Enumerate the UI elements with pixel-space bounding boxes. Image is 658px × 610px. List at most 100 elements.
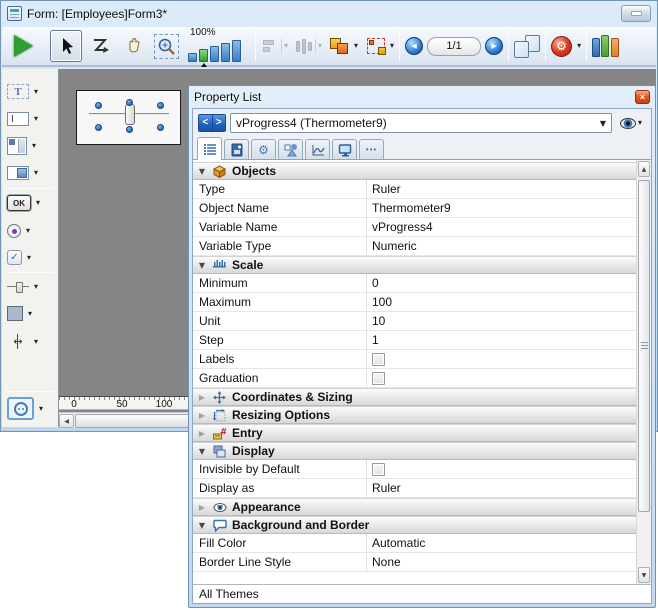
tool-list-box[interactable]: ▾ (7, 137, 36, 155)
zoom-bar-400-icon[interactable] (221, 43, 230, 62)
expanded-triangle-icon[interactable]: ▼ (197, 521, 207, 530)
tab-more[interactable]: ••• (359, 139, 384, 159)
appearance-eye-icon (212, 500, 227, 514)
ruler-object-thumb[interactable] (125, 104, 135, 125)
collapsed-triangle-icon[interactable]: ▶ (197, 429, 207, 438)
form-properties-button[interactable]: ⚙ ▾ (551, 36, 581, 57)
themes-footer[interactable]: All Themes (193, 584, 651, 603)
selection-handle[interactable] (126, 99, 133, 106)
property-row: Variable Name vProgress4 (193, 218, 636, 237)
zoom-level-widget[interactable]: 100% (188, 27, 250, 65)
group-dropdown-icon[interactable]: ▾ (390, 42, 394, 50)
zoom-bar-800-icon[interactable] (232, 40, 241, 62)
gear-icon: ⚙ (551, 36, 572, 57)
tool-button[interactable]: OK ▾ (7, 195, 40, 211)
dropdown-arrow-icon[interactable]: ▾ (32, 142, 36, 150)
next-page-button[interactable]: ▶ (485, 37, 503, 55)
dropdown-arrow-icon[interactable]: ▾ (27, 254, 31, 262)
previous-object-icon[interactable]: < (199, 115, 213, 131)
dropdown-arrow-icon[interactable]: ▾ (34, 283, 38, 291)
scroll-left-button[interactable]: ◀ (59, 414, 74, 428)
section-header-objects[interactable]: ▼ Objects (193, 162, 636, 180)
tool-input-field[interactable]: I ▾ (7, 112, 38, 126)
vertical-scrollbar-thumb[interactable] (638, 180, 650, 512)
selection-handle[interactable] (126, 126, 133, 133)
level-tool-button[interactable]: ▾ (330, 38, 358, 55)
section-header-display[interactable]: ▼ Display (193, 442, 636, 460)
coordinates-sizing-icon (212, 390, 227, 404)
selection-handle[interactable] (95, 124, 102, 131)
dropdown-arrow-icon[interactable]: ▾ (36, 199, 40, 207)
toolbar-separator (586, 31, 587, 61)
close-button[interactable]: × (635, 90, 650, 104)
tab-objects[interactable] (278, 139, 303, 159)
dropdown-arrow-icon[interactable]: ▾ (39, 405, 43, 413)
page-indicator[interactable]: 1/1 (427, 37, 481, 56)
dropdown-arrow-icon[interactable]: ▾ (34, 338, 38, 346)
form-pages-button pages-icon[interactable] (514, 35, 540, 58)
tool-plugin-area[interactable]: ▾ (7, 397, 43, 420)
group-tool-button[interactable]: ▾ (367, 38, 394, 54)
selection-handle[interactable] (157, 102, 164, 109)
tab-display[interactable] (332, 139, 357, 159)
dropdown-arrow-icon[interactable]: ▾ (34, 169, 38, 177)
section-header-coordinates-sizing[interactable]: ▶ Coordinates & Sizing (193, 388, 636, 406)
expanded-triangle-icon[interactable]: ▼ (197, 447, 207, 456)
selection-handle[interactable] (95, 102, 102, 109)
property-value: 1 (372, 333, 379, 347)
selection-handle[interactable] (157, 124, 164, 131)
collapsed-triangle-icon[interactable]: ▶ (197, 411, 207, 420)
tool-check-box[interactable]: ✓ ▾ (7, 250, 31, 265)
section-header-appearance[interactable]: ▶ Appearance (193, 498, 636, 516)
collapsed-triangle-icon[interactable]: ▶ (197, 393, 207, 402)
next-object-icon[interactable]: > (213, 115, 226, 131)
collapsed-triangle-icon[interactable]: ▶ (197, 503, 207, 512)
property-list-titlebar[interactable]: Property List × (189, 86, 655, 107)
tab-settings[interactable]: ⚙ (251, 139, 276, 159)
plugin-area-tool-icon (7, 397, 34, 420)
checkbox-unchecked[interactable] (372, 353, 385, 366)
tool-splitter[interactable]: ↔ ▾ (7, 334, 38, 349)
selection-tool-button[interactable] (50, 30, 82, 62)
object-selector-combobox[interactable]: vProgress4 (Thermometer9) ▼ (230, 113, 612, 133)
tool-radio-button[interactable]: ▾ (7, 224, 30, 238)
pan-tool-button[interactable] (124, 36, 145, 57)
view-options-button[interactable]: ▾ (616, 114, 646, 132)
minimize-button[interactable] (621, 5, 651, 22)
entry-order-tool-button[interactable] (90, 37, 112, 55)
tool-slider[interactable]: ▾ (7, 280, 38, 293)
dropdown-arrow-icon[interactable]: ▾ (34, 88, 38, 96)
tab-page[interactable] (224, 139, 249, 159)
tool-text[interactable]: T ▾ (7, 84, 38, 99)
section-header-resizing-options[interactable]: ▶ Resizing Options (193, 406, 636, 424)
tab-events[interactable] (305, 139, 330, 159)
section-header-background-border[interactable]: ▼ Background and Border (193, 516, 636, 534)
library-button books-icon[interactable] (592, 35, 619, 58)
form-window-titlebar[interactable]: Form: [Employees]Form3* (1, 1, 657, 26)
dropdown-arrow-icon[interactable]: ▾ (26, 227, 30, 235)
execute-form-button run-icon[interactable] (14, 35, 33, 57)
scroll-down-button[interactable]: ▼ (638, 567, 650, 583)
scroll-up-button[interactable]: ▲ (638, 161, 650, 177)
zoom-bar-200-icon[interactable] (210, 46, 219, 62)
zoom-bar-50-icon[interactable] (188, 53, 197, 62)
previous-next-object-buttons[interactable]: < > (198, 114, 226, 132)
expanded-triangle-icon[interactable]: ▼ (197, 261, 207, 270)
gear-dropdown-icon[interactable]: ▾ (577, 42, 581, 50)
dropdown-arrow-icon[interactable]: ▾ (34, 115, 38, 123)
dropdown-arrow-icon[interactable]: ▾ (28, 310, 32, 318)
tool-rectangle[interactable]: ▾ (7, 306, 32, 321)
checkbox-unchecked[interactable] (372, 372, 385, 385)
zoom-bar-100-selected-icon[interactable] (199, 49, 208, 62)
tool-combo-box[interactable]: I ▾ (7, 166, 38, 180)
expanded-triangle-icon[interactable]: ▼ (197, 167, 207, 176)
section-header-scale[interactable]: ▼ Scale (193, 256, 636, 274)
level-dropdown-icon[interactable]: ▾ (354, 42, 358, 50)
vertical-scrollbar[interactable]: ▲ ▼ (636, 160, 651, 584)
checkbox-unchecked[interactable] (372, 463, 385, 476)
tab-property-list[interactable] (197, 137, 222, 160)
zoom-bars[interactable] (188, 40, 241, 62)
zoom-tool-button[interactable] (154, 34, 179, 59)
section-header-entry[interactable]: ▶ # Entry (193, 424, 636, 442)
previous-page-button[interactable]: ◀ (405, 37, 423, 55)
